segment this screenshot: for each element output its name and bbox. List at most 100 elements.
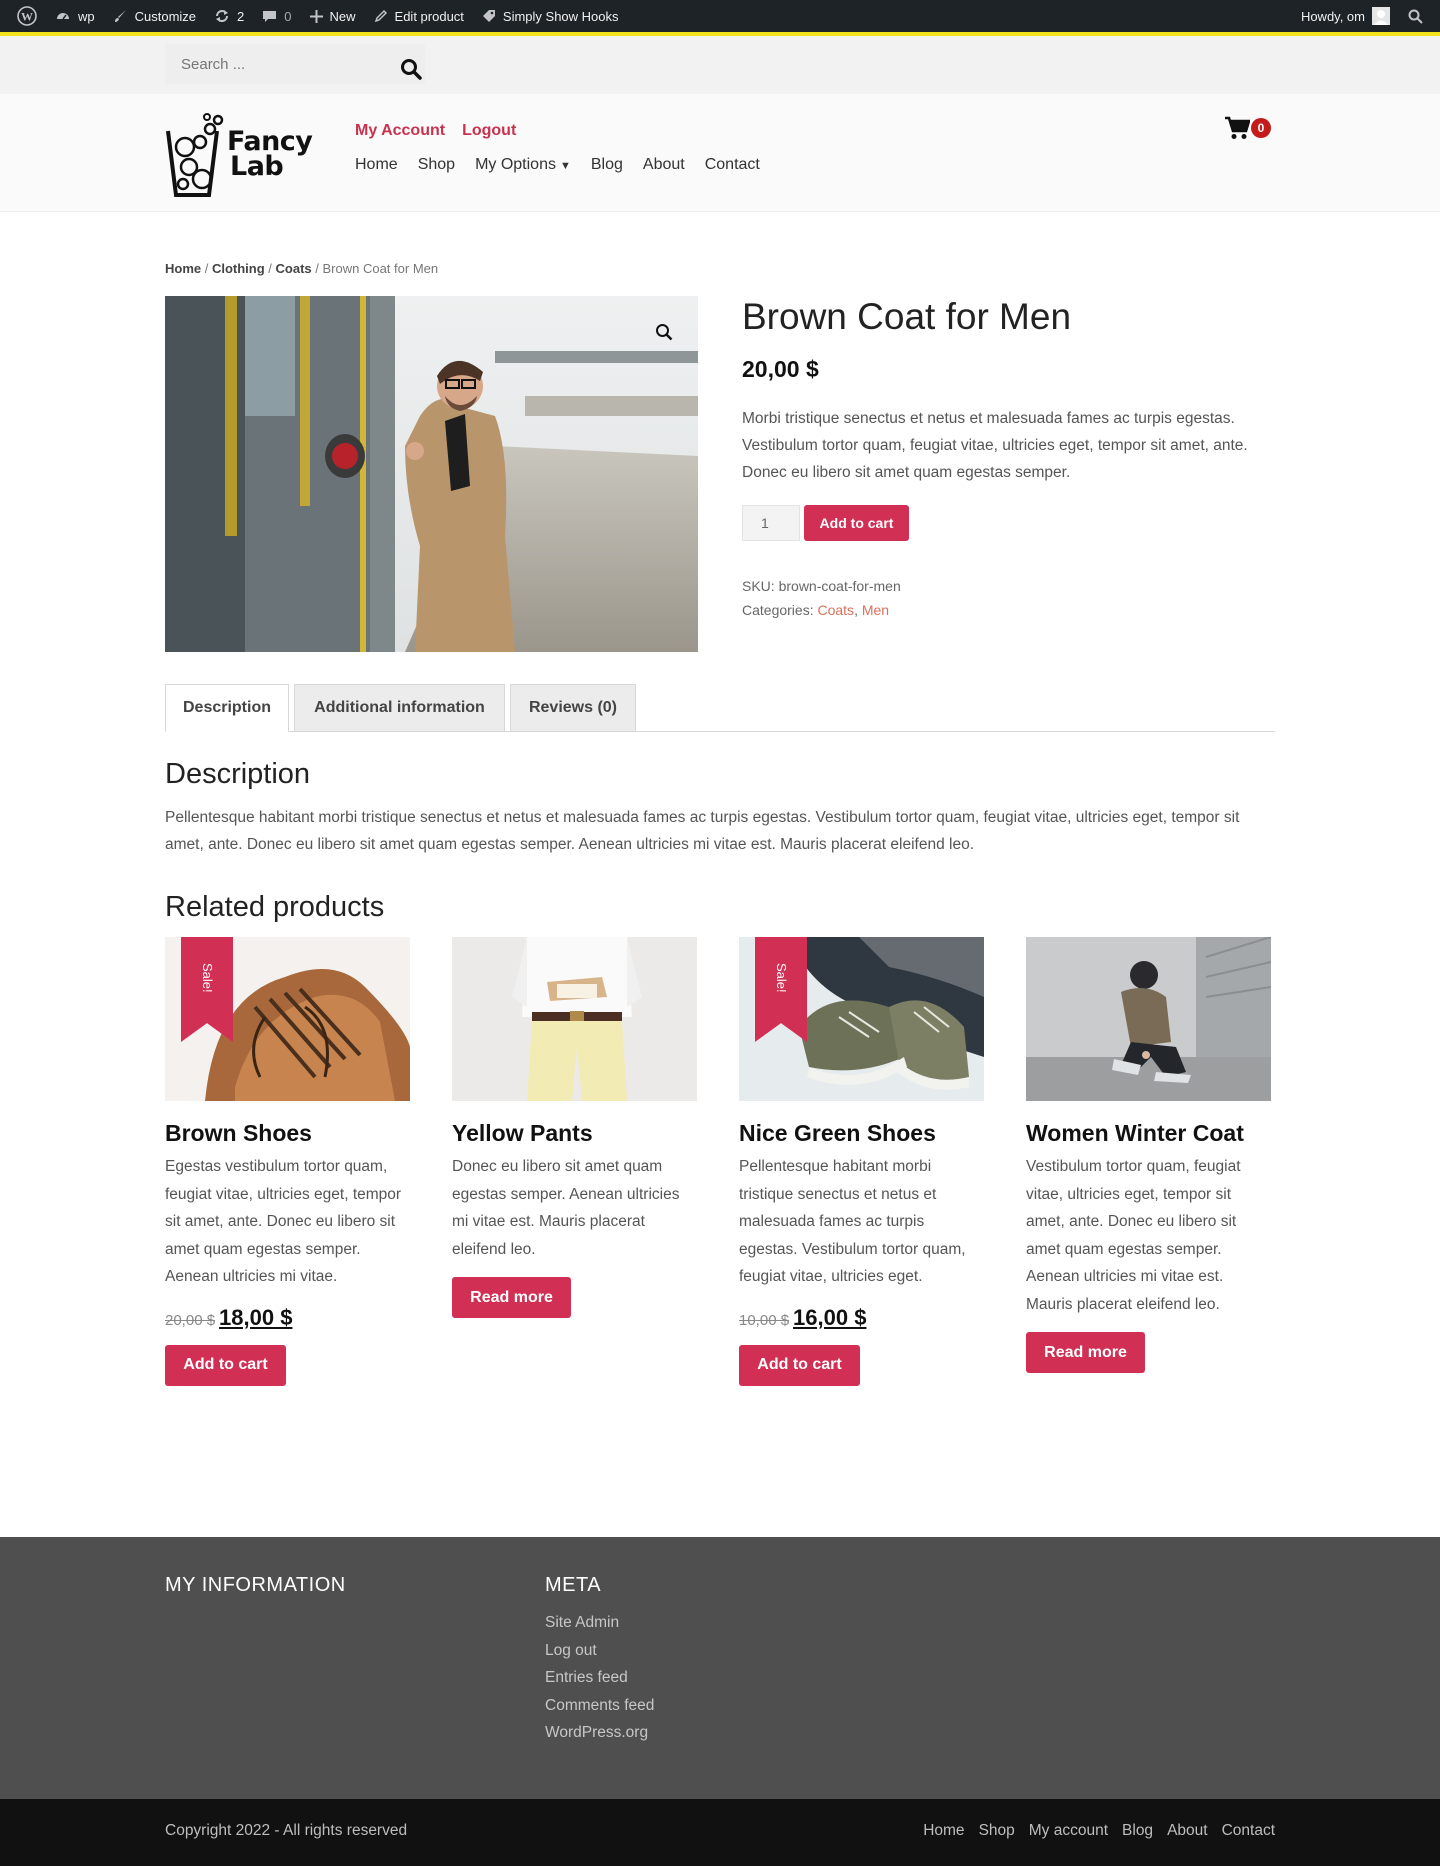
footer-link-log-out[interactable]: Log out: [545, 1642, 597, 1659]
admin-updates-link[interactable]: 2: [205, 0, 253, 32]
pencil-icon: [374, 9, 388, 23]
footer-nav-about[interactable]: About: [1167, 1822, 1208, 1840]
admin-new-label: New: [329, 8, 356, 24]
product-price: 20,00 $: [742, 356, 819, 382]
search-input[interactable]: [165, 44, 385, 84]
breadcrumb-home[interactable]: Home: [165, 261, 201, 276]
footer-link-wordpress-org[interactable]: WordPress.org: [545, 1724, 648, 1741]
old-price: 10,00 $: [739, 1311, 790, 1329]
admin-show-hooks-link[interactable]: Simply Show Hooks: [473, 0, 628, 32]
add-to-cart-button[interactable]: Add to cart: [165, 1344, 286, 1386]
product-card-image[interactable]: Sale!: [739, 937, 984, 1101]
nav-shop[interactable]: Shop: [418, 156, 455, 174]
admin-account-menu[interactable]: Howdy, om: [1292, 0, 1399, 32]
product-main-image[interactable]: [165, 296, 698, 652]
my-account-link[interactable]: My Account: [355, 122, 445, 140]
footer-nav-blog[interactable]: Blog: [1122, 1822, 1153, 1840]
product-categories-row: Categories: Coats, Men: [742, 602, 890, 618]
footer-nav-my-account[interactable]: My account: [1029, 1822, 1108, 1840]
product-card-title[interactable]: Nice Green Shoes: [739, 1120, 984, 1147]
nav-my-options-label: My Options: [475, 156, 556, 173]
nav-blog[interactable]: Blog: [591, 156, 623, 174]
footer-nav-home[interactable]: Home: [923, 1822, 964, 1840]
admin-edit-product-link[interactable]: Edit product: [365, 0, 473, 32]
comment-icon: [262, 9, 277, 24]
read-more-button[interactable]: Read more: [452, 1277, 571, 1318]
footer-link-comments-feed[interactable]: Comments feed: [545, 1697, 654, 1714]
admin-site-link[interactable]: wp: [46, 0, 104, 32]
category-link-men[interactable]: Men: [862, 602, 889, 618]
search-submit-icon[interactable]: [398, 56, 424, 82]
product-card-title[interactable]: Yellow Pants: [452, 1120, 697, 1147]
footer-link-entries-feed[interactable]: Entries feed: [545, 1669, 628, 1686]
category-link-coats[interactable]: Coats: [817, 602, 854, 618]
product-card: Sale! Nice Green Shoes Pellentesque habi…: [739, 937, 984, 1386]
product-card: Women Winter Coat Vestibulum tortor quam…: [1026, 937, 1271, 1373]
product-card-title[interactable]: Women Winter Coat: [1026, 1120, 1271, 1147]
sale-price: 18,00 $: [219, 1304, 293, 1330]
product-card-price: 10,00 $ 16,00 $: [739, 1305, 984, 1331]
footer-meta-heading: META: [545, 1574, 602, 1596]
main-navigation: Home Shop My Options ▼ Blog About Contact: [355, 156, 760, 174]
product-title: Brown Coat for Men: [742, 296, 1072, 337]
caret-down-icon: ▼: [559, 160, 571, 172]
copyright-text: Copyright 2022 - All rights reserved: [165, 1822, 408, 1839]
admin-comments-link[interactable]: 0: [253, 0, 300, 32]
tab-description[interactable]: Description: [165, 684, 289, 732]
product-card-image[interactable]: [452, 937, 697, 1101]
breadcrumb: Home / Clothing / Coats / Brown Coat for…: [165, 261, 439, 276]
zoom-icon[interactable]: [650, 318, 678, 346]
breadcrumb-coats[interactable]: Coats: [276, 261, 312, 276]
old-price: 20,00 $: [165, 1311, 216, 1329]
product-short-description: Morbi tristique senectus et netus et mal…: [742, 410, 1248, 481]
sku-label: SKU:: [742, 578, 775, 594]
plus-icon: [309, 9, 323, 23]
avatar: [1372, 7, 1390, 25]
site-logo[interactable]: Fancy Lab: [165, 110, 325, 198]
product-card-description: Pellentesque habitant morbi tristique se…: [739, 1158, 966, 1285]
tab-additional-information[interactable]: Additional information: [294, 684, 505, 732]
wordpress-logo-icon[interactable]: W: [8, 0, 46, 32]
updates-icon: [214, 8, 230, 24]
admin-howdy-label: Howdy, om: [1300, 8, 1365, 24]
related-products-heading: Related products: [165, 891, 385, 923]
admin-search-icon[interactable]: [1399, 0, 1432, 32]
product-card-description: Egestas vestibulum tortor quam, feugiat …: [165, 1158, 402, 1285]
footer-meta-links: Site Admin Log out Entries feed Comments…: [545, 1609, 654, 1747]
nav-about[interactable]: About: [643, 156, 685, 174]
dashboard-icon: [55, 8, 71, 24]
nav-home[interactable]: Home: [355, 156, 398, 174]
quantity-input[interactable]: 1: [742, 505, 800, 541]
add-to-cart-button[interactable]: Add to cart: [739, 1344, 860, 1386]
admin-bar: W wp Customize 2 0 New Edit product Simp…: [0, 0, 1440, 32]
footer-navigation: Home Shop My account Blog About Contact: [923, 1822, 1275, 1840]
admin-show-hooks-label: Simply Show Hooks: [502, 8, 619, 24]
tab-reviews[interactable]: Reviews (0): [510, 684, 636, 732]
add-to-cart-button[interactable]: Add to cart: [804, 505, 909, 541]
footer-nav-contact[interactable]: Contact: [1222, 1822, 1275, 1840]
cart-link[interactable]: 0: [1225, 116, 1271, 140]
product-sku-row: SKU: brown-coat-for-men: [742, 574, 901, 598]
sale-label: Sale!: [200, 963, 215, 993]
breadcrumb-current: Brown Coat for Men: [322, 261, 439, 276]
sale-price: 16,00 $: [793, 1304, 867, 1330]
admin-site-name: wp: [78, 8, 95, 24]
product-card-title[interactable]: Brown Shoes: [165, 1120, 410, 1147]
logout-link[interactable]: Logout: [462, 122, 516, 140]
svg-text:W: W: [21, 10, 33, 24]
footer-nav-shop[interactable]: Shop: [979, 1822, 1015, 1840]
product-card-image[interactable]: Sale!: [165, 937, 410, 1101]
sale-label: Sale!: [774, 963, 789, 993]
product-card-image[interactable]: [1026, 937, 1271, 1101]
product-card-price: 20,00 $ 18,00 $: [165, 1305, 410, 1331]
categories-label: Categories:: [742, 602, 814, 618]
nav-my-options[interactable]: My Options ▼: [475, 156, 571, 174]
admin-new-link[interactable]: New: [301, 0, 365, 32]
read-more-button[interactable]: Read more: [1026, 1332, 1145, 1373]
admin-customize-link[interactable]: Customize: [104, 0, 205, 32]
cart-count-badge: 0: [1251, 118, 1271, 138]
breadcrumb-clothing[interactable]: Clothing: [212, 261, 265, 276]
admin-edit-product-label: Edit product: [394, 8, 464, 24]
nav-contact[interactable]: Contact: [705, 156, 760, 174]
footer-link-site-admin[interactable]: Site Admin: [545, 1614, 619, 1631]
